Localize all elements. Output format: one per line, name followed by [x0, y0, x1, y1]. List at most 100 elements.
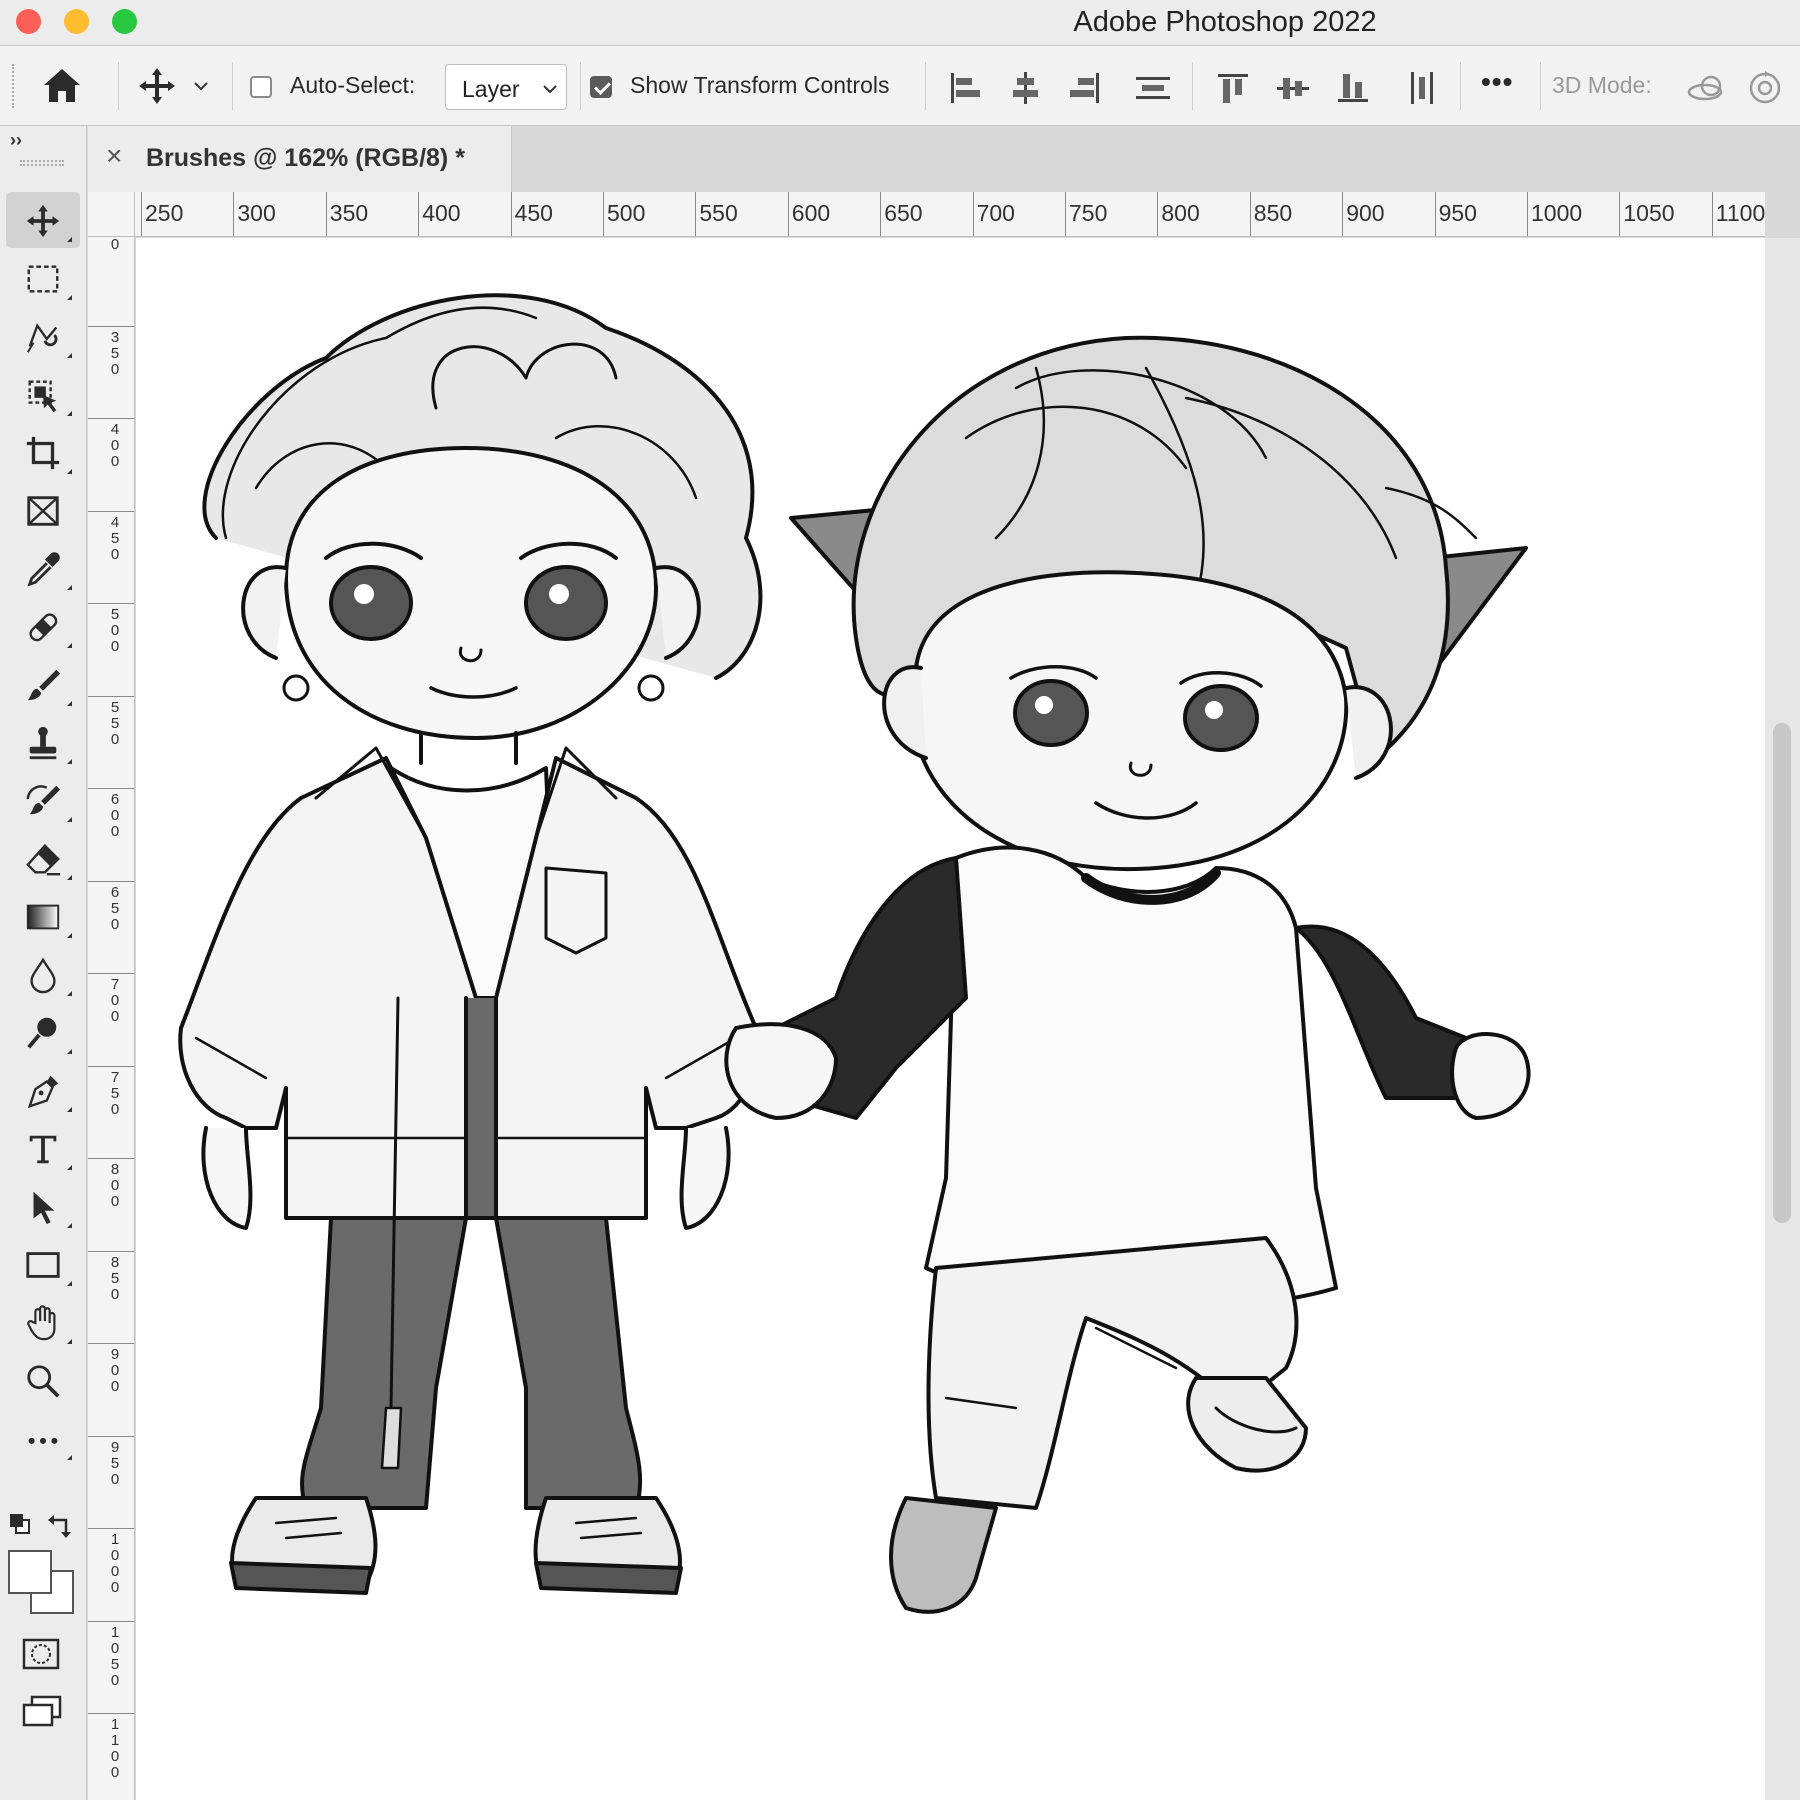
horizontal-ruler[interactable]: 250 300 350 400 450 500 550 600 650 700 750 800 850 9…	[135, 192, 1765, 237]
ruler-label: 1000	[1531, 200, 1583, 226]
align-vcenter-button[interactable]	[1273, 68, 1313, 108]
ruler-label: 550	[699, 200, 738, 226]
distribute-vertical-icon	[1136, 77, 1170, 99]
path-selection-tool[interactable]	[6, 1178, 80, 1234]
more-tools[interactable]	[6, 1410, 80, 1466]
gradient-tool[interactable]	[6, 888, 80, 944]
window-title: Adobe Photoshop 2022	[1073, 6, 1377, 38]
object-selection-tool[interactable]	[6, 366, 80, 422]
artwork-illustration	[178, 293, 1531, 1614]
eyedropper-tool[interactable]	[6, 540, 80, 596]
ruler-tick	[325, 192, 327, 236]
ruler-tick	[1619, 192, 1621, 236]
options-bar: Auto-Select: Layer Show Transform Contro…	[0, 46, 1800, 126]
eraser-icon	[26, 843, 61, 876]
distribute-h-button[interactable]	[1402, 68, 1442, 108]
brush-tool[interactable]	[6, 656, 80, 712]
quick-mask-icon	[22, 1638, 60, 1670]
crop-tool[interactable]	[6, 424, 80, 480]
align-vertical-centers-icon	[1277, 78, 1309, 99]
gradient-icon	[26, 904, 60, 930]
default-colors-button[interactable]	[8, 1512, 32, 1536]
blur-tool[interactable]	[6, 946, 80, 1002]
home-button[interactable]	[40, 66, 84, 106]
tool-preset-picker[interactable]	[135, 64, 215, 108]
ruler-label: 450	[514, 200, 553, 226]
hand-tool[interactable]	[6, 1294, 80, 1350]
ellipsis-icon	[28, 1437, 58, 1444]
ruler-tick	[88, 603, 134, 604]
pen-tool[interactable]	[6, 1062, 80, 1118]
align-right-button[interactable]	[1065, 68, 1105, 108]
screen-mode-button[interactable]	[20, 1692, 64, 1732]
ruler-tick	[1157, 192, 1159, 236]
ruler-tick	[88, 788, 134, 789]
lasso-tool[interactable]	[6, 308, 80, 364]
ruler-tick	[510, 192, 512, 236]
ruler-label: 300	[237, 200, 276, 226]
3d-roll-button[interactable]	[1745, 68, 1785, 108]
chevron-down-icon	[543, 85, 557, 94]
scrollbar-thumb[interactable]	[1773, 723, 1791, 1223]
ruler-tick	[88, 973, 134, 974]
ruler-label: 1100	[1715, 200, 1765, 226]
ruler-label: 700	[110, 976, 120, 1025]
title-bar: Adobe Photoshop 2022	[0, 0, 1800, 46]
panel-grip[interactable]	[20, 160, 64, 166]
rectangle-icon	[26, 1252, 60, 1278]
layer-dropdown[interactable]: Layer	[445, 64, 567, 110]
align-hcenter-button[interactable]	[1005, 68, 1045, 108]
ruler-label: 1050	[110, 1623, 120, 1689]
layer-dropdown-value: Layer	[462, 76, 520, 102]
align-left-button[interactable]	[945, 68, 985, 108]
quick-mask-button[interactable]	[20, 1634, 64, 1674]
ruler-tick	[880, 192, 882, 236]
move-icon	[139, 68, 175, 104]
ruler-tick	[88, 695, 134, 697]
rectangle-tool[interactable]	[6, 1236, 80, 1292]
history-brush-tool[interactable]	[6, 772, 80, 828]
align-bottom-button[interactable]	[1333, 68, 1373, 108]
ruler-tick	[1711, 192, 1713, 236]
document-tab[interactable]: × Brushes @ 162% (RGB/8) *	[88, 126, 512, 192]
move-tool[interactable]	[6, 192, 80, 248]
ruler-label: 700	[976, 200, 1015, 226]
ruler-label: 500	[607, 200, 646, 226]
ruler-label: 0	[110, 237, 120, 253]
close-tab-icon[interactable]: ×	[106, 140, 122, 172]
document-canvas[interactable]	[136, 238, 1765, 1800]
dodge-icon	[27, 1017, 57, 1049]
ruler-tick	[1342, 192, 1344, 236]
distribute-horizontal-icon	[1411, 72, 1433, 104]
drag-handle[interactable]	[12, 64, 18, 108]
distribute-button[interactable]	[1133, 68, 1173, 108]
zoom-tool[interactable]	[6, 1352, 80, 1408]
vertical-scrollbar[interactable]	[1765, 238, 1800, 1800]
healing-brush-tool[interactable]	[6, 598, 80, 654]
align-right-edges-icon	[1070, 73, 1099, 103]
collapse-panel-button[interactable]: ››	[10, 130, 22, 151]
3d-orbit-button[interactable]	[1685, 68, 1725, 108]
more-options-button[interactable]: •••	[1481, 66, 1513, 98]
swap-arrows-icon	[48, 1515, 71, 1538]
foreground-color-swatch[interactable]	[8, 1550, 52, 1594]
ruler-label: 1100	[110, 1716, 120, 1781]
marquee-tool[interactable]	[6, 250, 80, 306]
ruler-origin[interactable]	[88, 192, 135, 237]
clone-stamp-tool[interactable]	[6, 714, 80, 770]
vertical-ruler[interactable]: 0 350 400 450 500 550 600 650 700 750 800 850 900 950…	[88, 237, 135, 1800]
ruler-tick	[88, 1158, 134, 1159]
auto-select-checkbox[interactable]	[250, 76, 272, 98]
frame-tool[interactable]	[6, 482, 80, 538]
dodge-tool[interactable]	[6, 1004, 80, 1060]
ruler-label: 800	[110, 1161, 120, 1210]
align-top-button[interactable]	[1213, 68, 1253, 108]
ruler-tick	[88, 1528, 134, 1529]
ruler-label: 950	[1438, 200, 1477, 226]
eraser-tool[interactable]	[6, 830, 80, 886]
type-tool[interactable]	[6, 1120, 80, 1176]
swap-colors-button[interactable]	[46, 1510, 74, 1538]
show-transform-checkbox[interactable]	[590, 76, 612, 98]
ruler-tick	[695, 192, 697, 236]
eyedropper-icon	[27, 552, 60, 587]
